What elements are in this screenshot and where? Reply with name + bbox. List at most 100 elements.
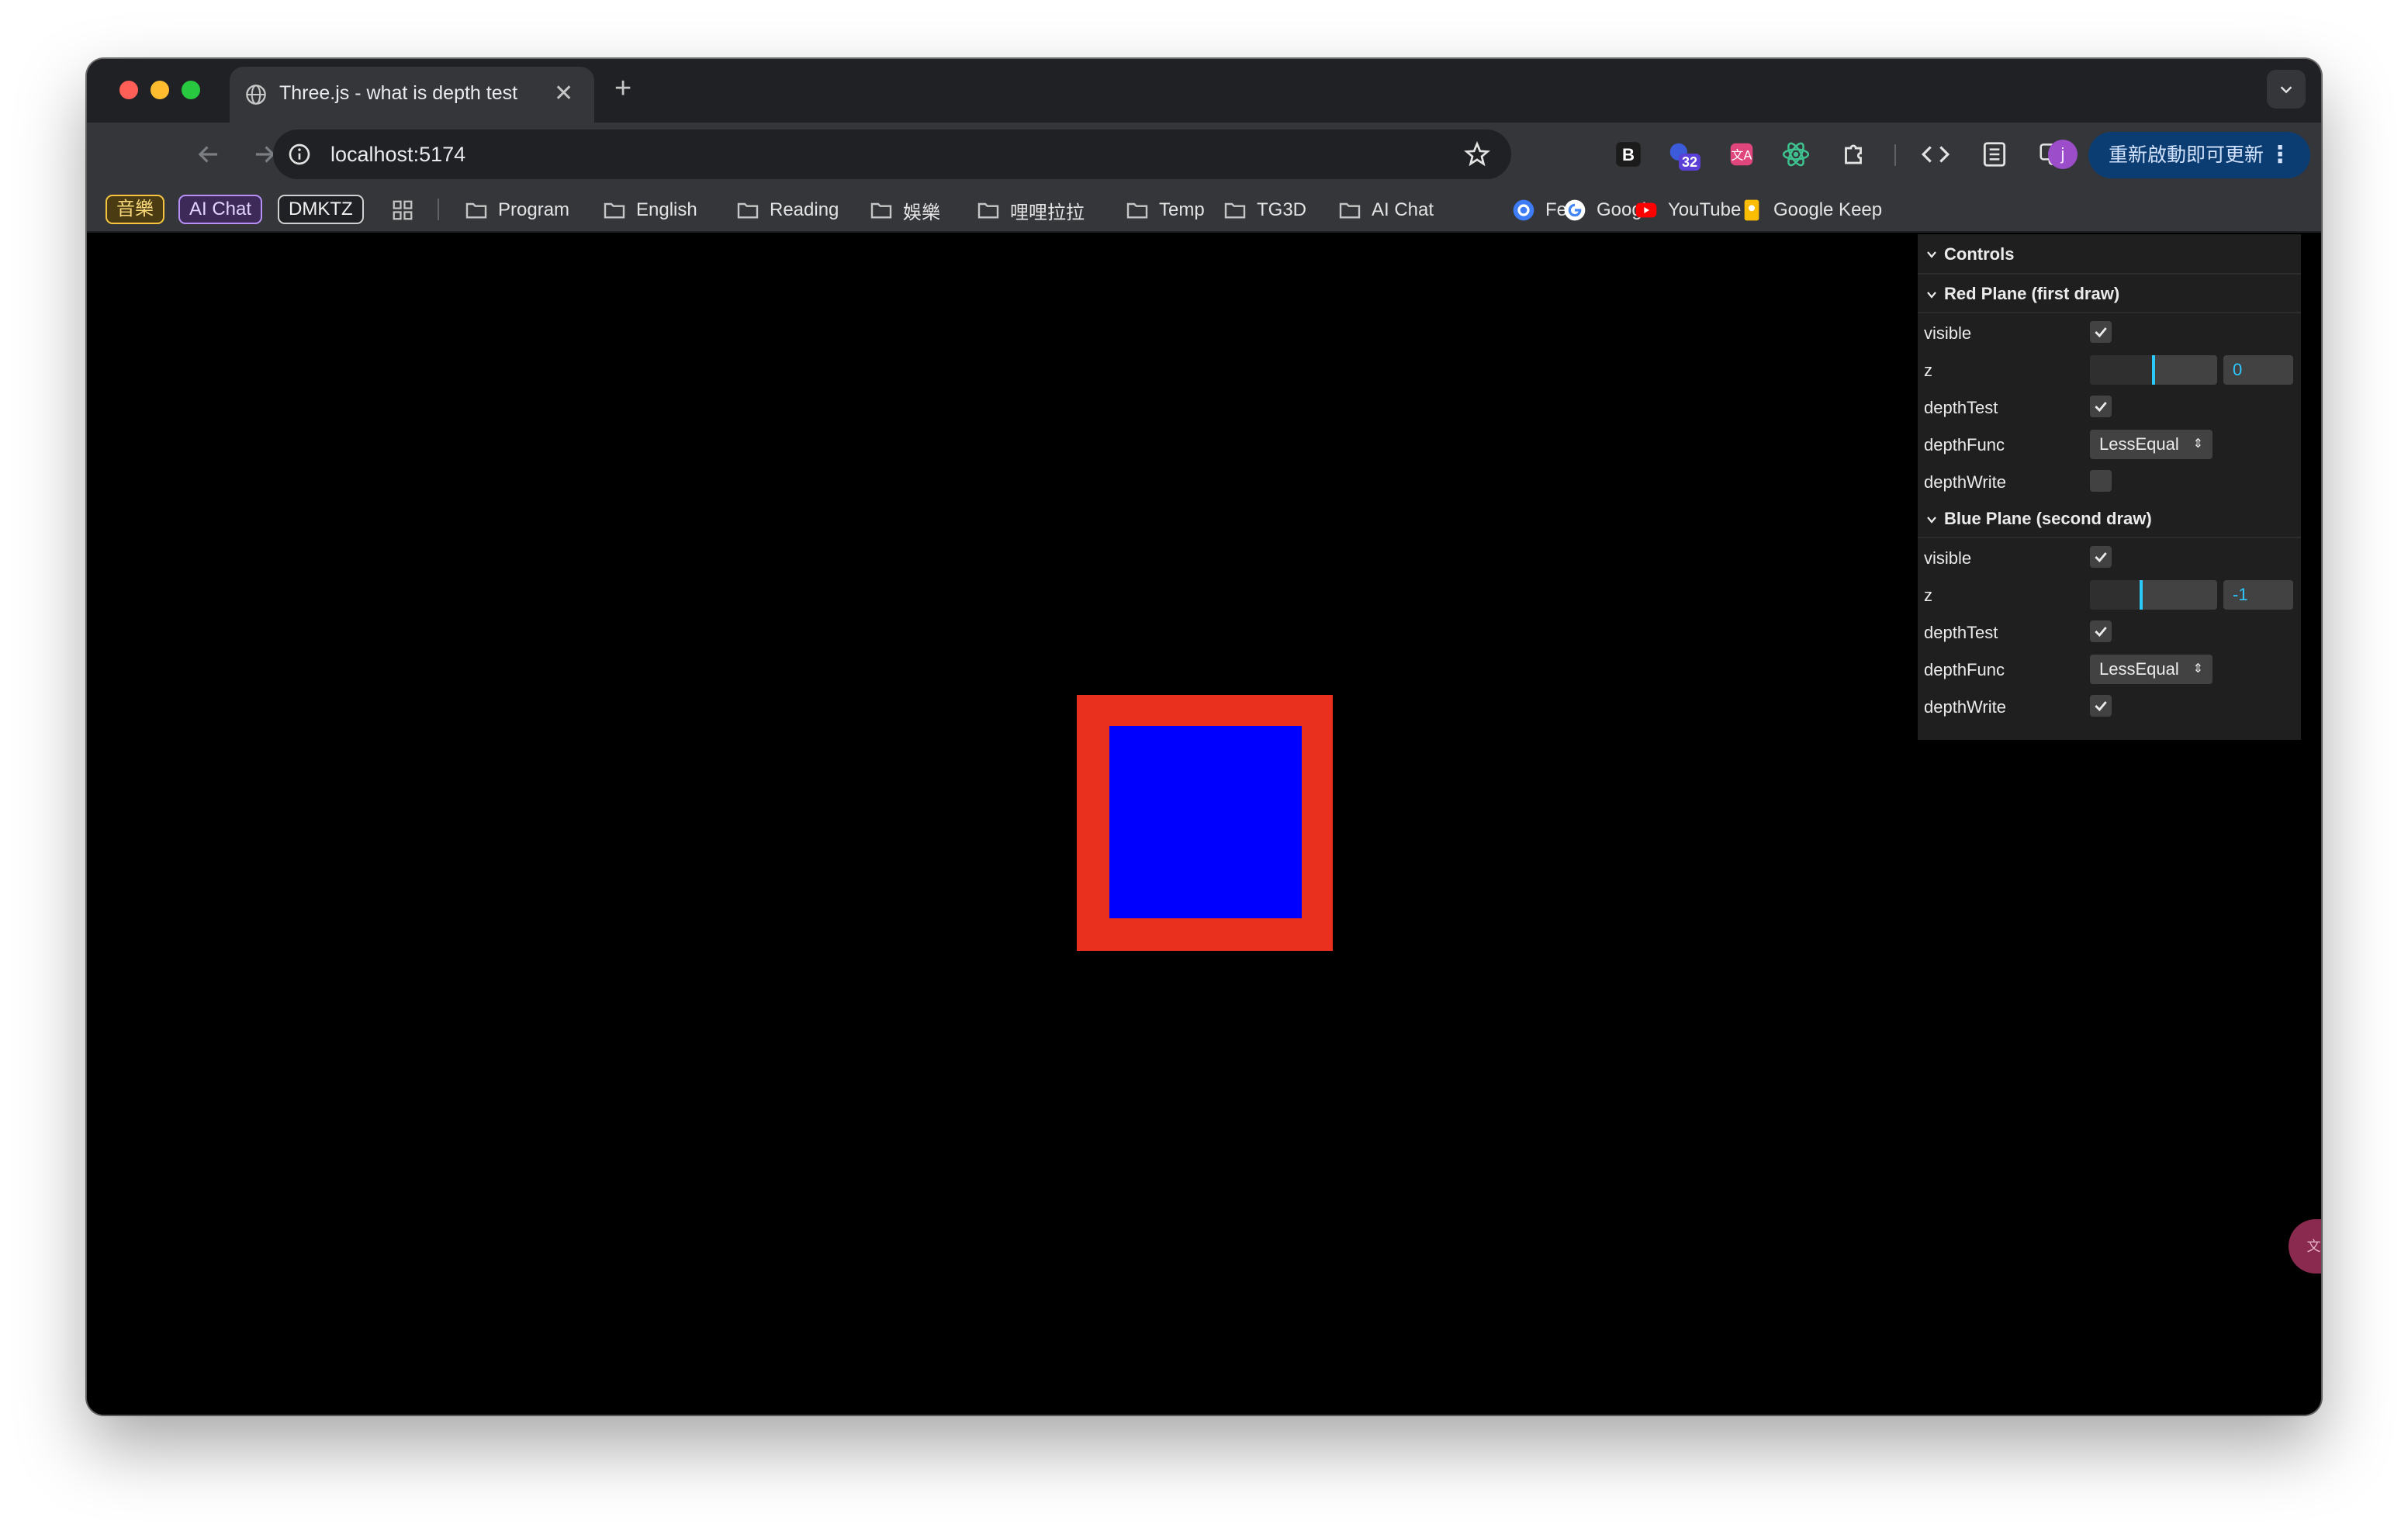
folder-icon	[1339, 202, 1361, 219]
gui-label: z	[1924, 361, 1932, 380]
tab-title: Three.js - what is depth test	[279, 82, 518, 104]
url-text: localhost:5174	[330, 143, 466, 166]
slider-thumb[interactable]	[2139, 580, 2143, 610]
checkmark-icon	[2095, 701, 2107, 712]
checkmark-icon	[2095, 552, 2107, 563]
minimize-window-button[interactable]	[150, 81, 169, 99]
bookmark-youtube[interactable]: YouTube	[1634, 197, 1741, 223]
bookmark-label: 哩哩拉拉	[1010, 202, 1085, 223]
kebab-menu-icon: ⋮	[2268, 142, 2292, 168]
gui-label: depthWrite	[1924, 697, 2006, 717]
bookmark-label: English	[636, 199, 697, 220]
toolbar-divider	[1894, 144, 1896, 166]
gui-label: visible	[1924, 323, 1972, 343]
tab-search-button[interactable]	[2267, 70, 2306, 109]
bookmark-label: Temp	[1159, 199, 1205, 220]
chevron-down-icon	[1927, 251, 1936, 258]
translate-icon: 文A	[2307, 1239, 2322, 1255]
profile-avatar[interactable]: j	[2048, 140, 2078, 169]
folder-icon	[870, 202, 892, 219]
bootstrap-extension-icon[interactable]: B	[1614, 140, 1643, 169]
gui-folder-title[interactable]: Blue Plane (second draw)	[1918, 499, 2301, 538]
depth-func-value: LessEqual	[2099, 659, 2179, 679]
tab-close-icon[interactable]: ✕	[554, 81, 573, 107]
update-label: 重新啟動即可更新	[2109, 144, 2264, 166]
bookmark-娛樂[interactable]: 娛樂	[869, 197, 940, 223]
gui-row-depth-test: depthTest	[1918, 388, 2301, 425]
relaunch-to-update-button[interactable]: 重新啟動即可更新 ⋮	[2088, 132, 2310, 178]
slider-thumb[interactable]	[2152, 355, 2155, 385]
bookmark-tg3d[interactable]: TG3D	[1223, 197, 1306, 223]
extensions-puzzle-icon[interactable]	[1839, 140, 1868, 169]
gui-label: z	[1924, 586, 1932, 605]
z-number-input[interactable]: 0	[2223, 355, 2293, 385]
maximize-window-button[interactable]	[182, 81, 200, 99]
gui-folder-title-text: Red Plane (first draw)	[1944, 284, 2120, 303]
gui-label: visible	[1924, 548, 1972, 568]
new-tab-button[interactable]: +	[614, 73, 631, 104]
gui-folder: Blue Plane (second draw) visible z -1 depthT…	[1918, 499, 2301, 724]
depth-write-checkbox[interactable]	[2090, 470, 2112, 492]
gui-folder-title[interactable]: Red Plane (first draw)	[1918, 275, 2301, 313]
gui-row-visible: visible	[1918, 538, 2301, 575]
bookmark-label: AI Chat	[1372, 199, 1434, 220]
gui-row-depth-func: depthFunc LessEqual ⇕	[1918, 425, 2301, 462]
bookmark-哩哩拉拉[interactable]: 哩哩拉拉	[976, 197, 1085, 223]
react-devtools-icon[interactable]	[1781, 140, 1811, 169]
folder-icon	[465, 202, 487, 219]
bookmark-chip-dmktz[interactable]: DMKTZ	[278, 195, 364, 224]
gui-label: depthFunc	[1924, 660, 2005, 679]
chevron-down-icon	[1927, 517, 1936, 524]
depth-write-checkbox[interactable]	[2090, 695, 2112, 717]
z-slider[interactable]	[2090, 580, 2217, 610]
gui-label: depthWrite	[1924, 472, 2006, 492]
gui-label: depthTest	[1924, 623, 1998, 642]
gui-row-visible: visible	[1918, 313, 2301, 351]
visible-checkbox[interactable]	[2090, 321, 2112, 343]
controls-panel: Controls Red Plane (first draw) visible z 0…	[1918, 234, 2301, 740]
bookmark-label: Google Keep	[1773, 199, 1883, 220]
extension-with-badge[interactable]: 32	[1666, 140, 1701, 171]
visible-checkbox[interactable]	[2090, 546, 2112, 568]
controls-title-text: Controls	[1944, 244, 2015, 264]
gui-label: depthTest	[1924, 398, 1998, 417]
folder-icon	[1224, 202, 1246, 219]
translate-float-button[interactable]: 文A	[2289, 1219, 2321, 1274]
depth-test-checkbox[interactable]	[2090, 620, 2112, 642]
extension-badge: 32	[1679, 154, 1701, 171]
gui-folder-title-text: Blue Plane (second draw)	[1944, 509, 2152, 528]
translate-extension-icon[interactable]: 文A	[1727, 140, 1756, 169]
bookmark-google-keep[interactable]: Google Keep	[1739, 197, 1882, 223]
site-info-icon[interactable]	[287, 142, 312, 167]
bookmark-chip-music[interactable]: 音樂	[106, 195, 164, 224]
gui-row-depth-write: depthWrite	[1918, 462, 2301, 499]
gui-row-depth-test: depthTest	[1918, 613, 2301, 650]
depth-func-select[interactable]: LessEqual ⇕	[2090, 430, 2213, 459]
bookmark-ai-chat[interactable]: AI Chat	[1337, 197, 1434, 223]
svg-text:B: B	[1622, 145, 1635, 164]
checkmark-icon	[2095, 402, 2107, 413]
google-icon	[1564, 199, 1586, 221]
threejs-canvas[interactable]: Controls Red Plane (first draw) visible z 0…	[87, 234, 2321, 1415]
back-icon[interactable]	[194, 140, 223, 169]
close-window-button[interactable]	[119, 81, 138, 99]
bookmark-star-icon[interactable]	[1463, 140, 1491, 168]
bookmark-english[interactable]: English	[602, 197, 697, 223]
reader-mode-icon[interactable]	[1980, 140, 2009, 169]
bookmarks-bar: 音樂 AI Chat DMKTZ Program English Reading 娛樂…	[87, 186, 2321, 233]
controls-title[interactable]: Controls	[1918, 234, 2301, 275]
bookmark-chip-ai-chat[interactable]: AI Chat	[178, 195, 263, 224]
folder-icon	[604, 202, 625, 219]
bookmark-temp[interactable]: Temp	[1125, 197, 1205, 223]
apps-grid-icon[interactable]	[391, 199, 414, 222]
depth-func-select[interactable]: LessEqual ⇕	[2090, 655, 2213, 684]
depth-test-checkbox[interactable]	[2090, 396, 2112, 417]
gui-row-depth-func: depthFunc LessEqual ⇕	[1918, 650, 2301, 687]
z-number-input[interactable]: -1	[2223, 580, 2293, 610]
bookmark-reading[interactable]: Reading	[735, 197, 839, 223]
bookmark-program[interactable]: Program	[464, 197, 569, 223]
address-bar[interactable]: localhost:5174	[273, 130, 1511, 179]
z-slider[interactable]	[2090, 355, 2217, 385]
code-icon[interactable]	[1921, 140, 1950, 169]
active-tab[interactable]: Three.js - what is depth test ✕	[230, 67, 594, 123]
